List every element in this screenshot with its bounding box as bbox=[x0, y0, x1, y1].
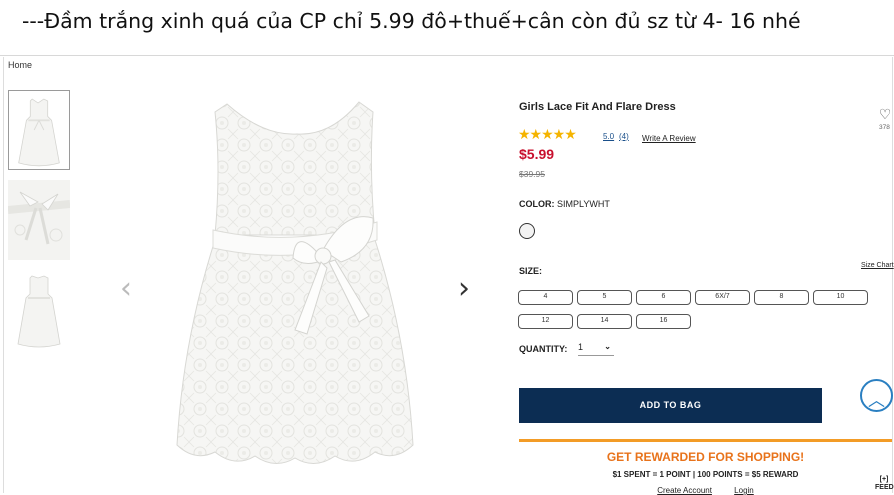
size-option[interactable]: 4 bbox=[518, 290, 573, 305]
quantity-label: QUANTITY: bbox=[519, 344, 568, 354]
previous-image-button[interactable]: ‹ bbox=[120, 274, 132, 304]
divider bbox=[3, 57, 4, 493]
size-label: SIZE: bbox=[519, 266, 543, 276]
color-swatch-white[interactable] bbox=[519, 223, 535, 239]
size-option[interactable]: 16 bbox=[636, 314, 691, 329]
rewards-subtitle: $1 SPENT = 1 POINT | 100 POINTS = $5 REW… bbox=[612, 470, 799, 479]
quantity-value: 1 bbox=[578, 342, 584, 352]
color-label-title: COLOR: bbox=[519, 199, 555, 209]
size-option[interactable]: 14 bbox=[577, 314, 632, 329]
thumbnail-bow-detail[interactable] bbox=[8, 180, 70, 260]
breadcrumb-home[interactable]: Home bbox=[8, 60, 32, 70]
chevron-left-icon: ‹ bbox=[120, 271, 132, 306]
size-option[interactable]: 8 bbox=[754, 290, 809, 305]
wishlist-button[interactable]: ♡ bbox=[877, 107, 893, 121]
rating-value[interactable]: 5.0 bbox=[603, 132, 614, 141]
login-link[interactable]: Login bbox=[734, 486, 754, 495]
rewards-links: Create Account Login bbox=[519, 486, 892, 495]
thumbnail-front[interactable] bbox=[8, 90, 70, 170]
size-chart-link[interactable]: Size Chart bbox=[861, 262, 894, 269]
chevron-down-icon: ⌄ bbox=[604, 342, 611, 351]
quantity-select[interactable]: 1 ⌄ bbox=[578, 342, 614, 356]
chevron-right-icon: › bbox=[458, 271, 470, 306]
chevron-up-icon: ︿ bbox=[868, 391, 885, 411]
size-option[interactable]: 6 bbox=[636, 290, 691, 305]
divider bbox=[519, 439, 892, 442]
feedback-tab[interactable]: [+] FEEDBACK bbox=[875, 476, 894, 492]
rewards-title: GET REWARDED FOR SHOPPING! bbox=[606, 450, 805, 464]
divider bbox=[892, 57, 893, 493]
create-account-link[interactable]: Create Account bbox=[657, 486, 712, 495]
write-review-link[interactable]: Write A Review bbox=[642, 134, 696, 143]
size-option[interactable]: 6X/7 bbox=[695, 290, 750, 305]
size-option[interactable]: 10 bbox=[813, 290, 868, 305]
heart-icon: ♡ bbox=[878, 106, 892, 122]
size-option[interactable]: 5 bbox=[577, 290, 632, 305]
next-image-button[interactable]: › bbox=[458, 274, 470, 304]
product-image bbox=[145, 90, 445, 490]
post-caption: ---Đầm trắng xinh quá của CP chỉ 5.99 đô… bbox=[0, 0, 894, 56]
divider bbox=[0, 55, 894, 56]
sale-price: $5.99 bbox=[519, 146, 555, 162]
product-title: Girls Lace Fit And Flare Dress bbox=[519, 101, 676, 113]
wishlist-count: 378 bbox=[879, 124, 890, 131]
add-to-bag-button[interactable]: ADD TO BAG bbox=[519, 388, 822, 423]
color-value: SIMPLYWHT bbox=[557, 199, 610, 209]
original-price: $39.95 bbox=[519, 169, 545, 179]
star-rating-icon: ★★★★★ bbox=[518, 127, 577, 143]
scroll-to-top-button[interactable]: ︿ bbox=[860, 379, 893, 412]
rating-count[interactable]: (4) bbox=[619, 132, 629, 141]
thumbnail-back[interactable] bbox=[8, 270, 70, 350]
size-option[interactable]: 12 bbox=[518, 314, 573, 329]
color-label: COLOR: SIMPLYWHT bbox=[519, 199, 610, 209]
